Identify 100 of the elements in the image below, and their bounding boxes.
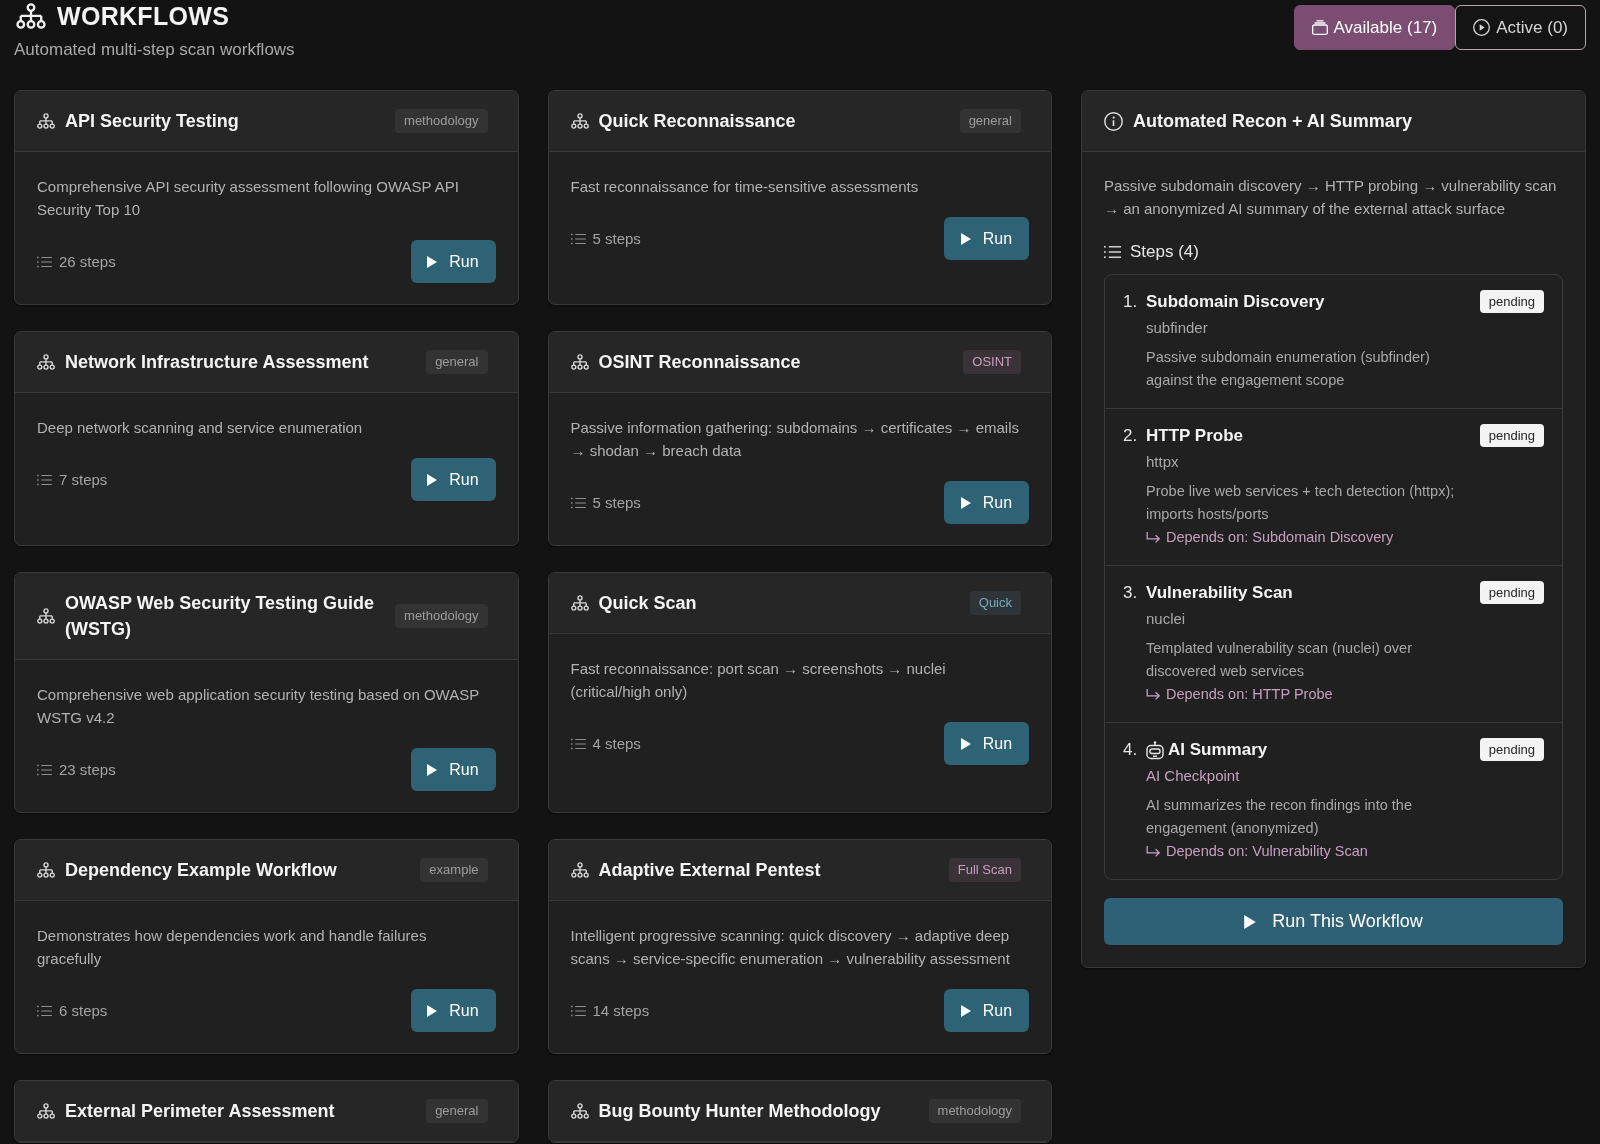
sitemap-icon [570, 595, 589, 611]
play-icon [427, 1004, 438, 1017]
run-button[interactable]: Run [410, 458, 496, 501]
step-description: Passive subdomain enumeration (subfinder) against the engagement scope [1146, 348, 1431, 390]
play-icon [1244, 914, 1257, 929]
play-icon [427, 473, 438, 486]
run-button[interactable]: Run [944, 989, 1029, 1032]
status-label: pending [1479, 581, 1544, 604]
card-title: External Perimeter Assessment [65, 1100, 336, 1123]
step-tool: AI Checkpoint [1146, 766, 1241, 786]
play-icon [960, 496, 971, 509]
status-label: pending [1479, 424, 1544, 447]
play-icon [960, 232, 971, 245]
step-count: 6 steps [59, 1002, 108, 1019]
robot-icon [1146, 740, 1164, 760]
list-icon [37, 255, 52, 268]
category-tag: methodology [395, 109, 488, 133]
workflow-description: Passive subdomain discovery → HTTP probing → vulnerability scan → an anonymized AI summary of the external attack surface [1104, 176, 1558, 219]
card-description: Fast reconnaissance: port scan → screenshots → nuclei (critical/high only) [570, 659, 947, 702]
category-tag: Full Scan [948, 858, 1021, 882]
run-button[interactable]: Run [944, 217, 1029, 260]
card-description: Demonstrates how dependencies work and handle failures gracefully [37, 926, 428, 969]
page-subtitle: Automated multi-step scan workflows [14, 39, 295, 61]
card-description: Passive information gathering: subdomains → certificates → emails → shodan → breach data [570, 418, 1021, 461]
sitemap-icon [570, 862, 589, 878]
card-description: Fast reconnaissance for time-sensitive assessments [570, 177, 920, 197]
sitemap-icon [14, 3, 48, 29]
step-description: Templated vulnerability scan (nuclei) over discovered web services [1146, 639, 1413, 681]
step-count: 23 steps [59, 761, 116, 778]
status-label: pending [1479, 290, 1544, 313]
run-button[interactable]: Run [410, 748, 496, 791]
card-description: Comprehensive API security assessment following OWASP API Security Top 10 [37, 177, 460, 220]
sitemap-icon [570, 354, 589, 370]
run-workflow-button[interactable]: Run This Workflow [1104, 898, 1563, 945]
card-description: Comprehensive web application security testing based on OWASP WSTG v4.2 [37, 685, 480, 728]
card-title: Quick Reconnaissance [598, 110, 797, 133]
step-title: Vulnerability Scan [1146, 582, 1293, 604]
list-icon [570, 1004, 586, 1017]
dependency-note: Depends on: HTTP Probe [1166, 685, 1333, 704]
sitemap-icon [37, 608, 55, 624]
corner-arrow-icon [1146, 688, 1161, 701]
panel-title: Automated Recon + AI Summary [1133, 110, 1413, 133]
dependency-note: Depends on: Subdomain Discovery [1166, 528, 1394, 547]
step-number: 4. [1123, 739, 1139, 761]
card-title: Network Infrastructure Assessment [65, 351, 370, 374]
card-description: Deep network scanning and service enumeration [37, 418, 364, 438]
step-count: 26 steps [59, 253, 116, 270]
info-icon [1104, 111, 1123, 131]
step-count: 4 steps [592, 735, 641, 752]
category-tag: Quick [969, 591, 1021, 615]
list-icon [570, 737, 586, 750]
card-title: OWASP Web Security Testing Guide (WSTG) [65, 592, 376, 641]
sitemap-icon [37, 113, 55, 129]
run-button[interactable]: Run [410, 989, 496, 1032]
play-icon [960, 737, 971, 750]
card-title: Adaptive External Pentest [598, 859, 822, 882]
sitemap-icon [37, 1103, 55, 1119]
step-title: AI Summary [1168, 739, 1268, 761]
step-count: 14 steps [592, 1002, 650, 1019]
steps-heading: Steps (4) [1130, 241, 1199, 263]
step-count: 7 steps [59, 471, 108, 488]
step-tool: httpx [1146, 452, 1180, 472]
run-button[interactable]: Run [410, 240, 496, 283]
view-tab[interactable]: Active (0) [1455, 5, 1586, 50]
card-title: Bug Bounty Hunter Methodology [598, 1100, 882, 1123]
list-icon [570, 496, 586, 509]
stack-icon [1311, 20, 1328, 35]
step-count: 5 steps [592, 230, 641, 247]
dependency-note: Depends on: Vulnerability Scan [1166, 842, 1368, 861]
play-icon [427, 763, 438, 776]
list-icon [37, 473, 52, 486]
category-tag: OSINT [963, 350, 1021, 374]
card-description: Intelligent progressive scanning: quick discovery → adaptive deep scans → service-specific enumeration → vulnerability assessment [570, 926, 1011, 969]
category-tag: methodology [395, 604, 488, 628]
corner-arrow-icon [1146, 845, 1161, 858]
category-tag: methodology [928, 1099, 1021, 1123]
step-tool: subfinder [1146, 318, 1209, 338]
step-number: 2. [1123, 425, 1139, 447]
category-tag: general [426, 1099, 488, 1123]
play-icon [427, 255, 438, 268]
list-icon [570, 232, 586, 245]
step-description: Probe live web services + tech detection (httpx); imports hosts/ports [1146, 482, 1456, 524]
page-title: WORKFLOWS [57, 2, 230, 30]
step-title: Subdomain Discovery [1146, 291, 1325, 313]
run-button[interactable]: Run [944, 722, 1029, 765]
sitemap-icon [570, 113, 589, 129]
category-tag: general [959, 109, 1021, 133]
sitemap-icon [570, 1103, 589, 1119]
play-icon [960, 1004, 971, 1017]
run-button[interactable]: Run [944, 481, 1029, 524]
list-icon [37, 763, 52, 776]
view-tab[interactable]: Available (17) [1293, 5, 1456, 50]
card-title: Dependency Example Workflow [65, 859, 338, 882]
play-circle-icon [1473, 19, 1491, 36]
step-tool: nuclei [1146, 609, 1187, 629]
list-icon [37, 1004, 52, 1017]
step-description: AI summarizes the recon findings into the engagement (anonymized) [1146, 796, 1413, 838]
card-title: API Security Testing [65, 110, 240, 133]
category-tag: example [420, 858, 488, 882]
corner-arrow-icon [1146, 531, 1161, 544]
